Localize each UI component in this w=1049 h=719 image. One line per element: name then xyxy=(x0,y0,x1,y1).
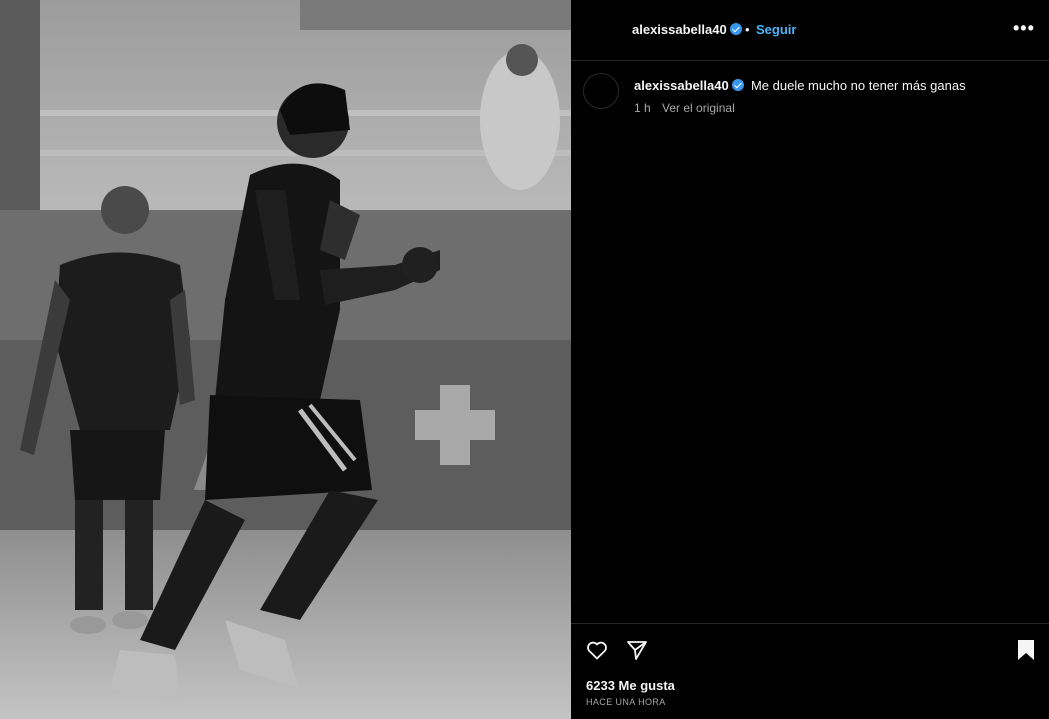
heart-icon[interactable] xyxy=(585,638,609,667)
header-separator: • xyxy=(745,22,750,37)
caption-username[interactable]: alexissabella40 xyxy=(634,78,748,93)
like-count[interactable]: 6233 Me gusta xyxy=(586,678,675,693)
author-avatar[interactable] xyxy=(589,16,619,46)
send-icon[interactable] xyxy=(625,638,649,667)
post-image[interactable]: A xyxy=(0,0,571,719)
caption-text: Me duele mucho no tener más ganas xyxy=(750,78,966,93)
post-photo-illustration: A xyxy=(0,0,571,719)
caption-author-avatar[interactable] xyxy=(583,73,619,109)
caption-username-text: alexissabella40 xyxy=(634,78,729,93)
bookmark-icon[interactable] xyxy=(1015,638,1037,667)
caption-meta: 1 h Ver el original xyxy=(634,101,735,115)
verified-badge-icon xyxy=(732,79,745,91)
author-username[interactable]: alexissabella40 xyxy=(632,22,743,37)
verified-badge-icon xyxy=(730,23,743,35)
post-header: alexissabella40 • Seguir ••• xyxy=(571,0,1049,61)
more-options-icon[interactable]: ••• xyxy=(1013,18,1035,39)
follow-button[interactable]: Seguir xyxy=(756,22,796,37)
post-caption: alexissabella40 Me duele mucho no tener … xyxy=(634,78,966,93)
caption-time: 1 h xyxy=(634,101,651,115)
author-username-text: alexissabella40 xyxy=(632,22,727,37)
post-actions-bar: 6233 Me gusta HACE UNA HORA xyxy=(571,623,1049,719)
post-timestamp: HACE UNA HORA xyxy=(586,697,666,707)
see-original-link[interactable]: Ver el original xyxy=(662,101,735,115)
post-side-panel: alexissabella40 • Seguir ••• alexissabel… xyxy=(571,0,1049,719)
